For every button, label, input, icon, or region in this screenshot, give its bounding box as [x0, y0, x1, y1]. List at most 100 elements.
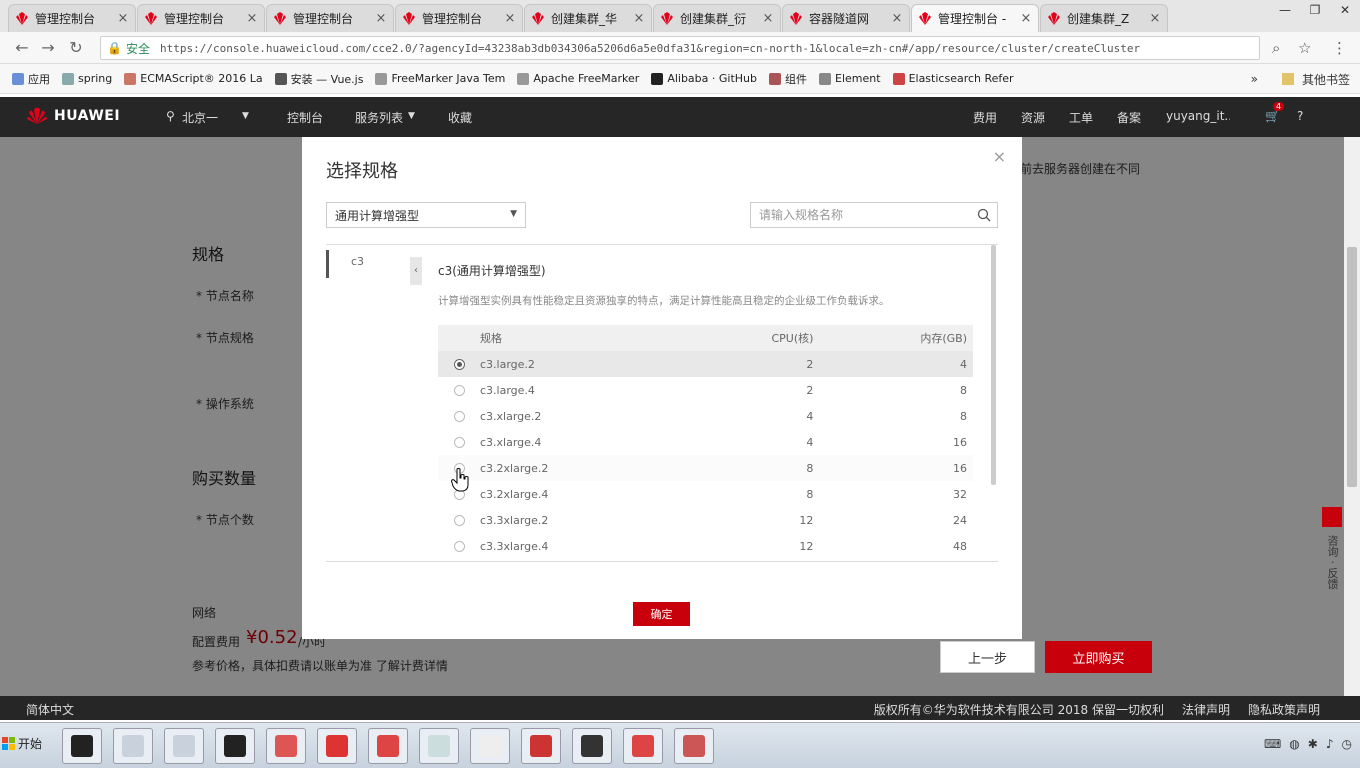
- spec-radio[interactable]: [453, 385, 465, 396]
- bookmark-item[interactable]: ECMAScript® 2016 La: [124, 72, 263, 85]
- row-radio-cell[interactable]: [438, 377, 480, 403]
- browser-tab[interactable]: 管理控制台 - ×: [911, 4, 1039, 32]
- row-radio-cell[interactable]: [438, 507, 480, 533]
- tab-close-icon[interactable]: ×: [504, 11, 516, 26]
- table-row[interactable]: c3.3xlarge.4 12 48: [438, 533, 973, 559]
- typora-app-icon[interactable]: [470, 728, 510, 764]
- browser-tab[interactable]: 管理控制台 ×: [395, 4, 523, 32]
- tab-close-icon[interactable]: ×: [633, 11, 645, 26]
- user-menu[interactable]: yuyang_it...: [1166, 109, 1230, 123]
- nav-favorites[interactable]: 收藏: [448, 109, 472, 126]
- tab-close-icon[interactable]: ×: [246, 11, 258, 26]
- dialog-close-icon[interactable]: ×: [993, 147, 1006, 166]
- bookmark-item[interactable]: FreeMarker Java Tem: [375, 72, 505, 85]
- app-icon[interactable]: [317, 728, 357, 764]
- reload-icon[interactable]: ↻: [66, 38, 86, 57]
- bookmark-item[interactable]: 组件: [769, 71, 807, 87]
- table-row[interactable]: c3.xlarge.4 4 16: [438, 429, 973, 455]
- nav-filing[interactable]: 备案: [1117, 109, 1141, 126]
- back-icon[interactable]: ←: [12, 38, 32, 57]
- nav-billing[interactable]: 费用: [973, 109, 997, 126]
- buy-now-button[interactable]: 立即购买: [1045, 641, 1152, 673]
- region-selector[interactable]: 北京一: [182, 109, 218, 126]
- app-icon[interactable]: [674, 728, 714, 764]
- tray-clock-icon[interactable]: ◷: [1342, 737, 1352, 751]
- feedback-side-tab[interactable]: 咨询 · 反馈: [1320, 507, 1344, 597]
- table-row[interactable]: c3.2xlarge.4 8 32: [438, 481, 973, 507]
- app-icon[interactable]: [266, 728, 306, 764]
- table-row[interactable]: c3.2xlarge.2 8 16: [438, 455, 973, 481]
- spec-search-box[interactable]: [750, 202, 998, 228]
- minimize-icon[interactable]: —: [1274, 3, 1296, 17]
- network-app-icon[interactable]: [164, 728, 204, 764]
- webstorm-app-icon[interactable]: [62, 728, 102, 764]
- legal-link[interactable]: 法律声明: [1182, 701, 1230, 718]
- help-icon[interactable]: ?: [1297, 109, 1303, 123]
- table-row[interactable]: c3.large.4 2 8: [438, 377, 973, 403]
- bookmark-item[interactable]: Elasticsearch Refer: [892, 72, 1014, 85]
- spec-radio[interactable]: [453, 437, 465, 448]
- explorer-app-icon[interactable]: [419, 728, 459, 764]
- forward-icon[interactable]: →: [38, 38, 58, 57]
- tab-close-icon[interactable]: ×: [1020, 11, 1032, 26]
- nav-service-list[interactable]: 服务列表: [355, 109, 403, 126]
- spec-search-input[interactable]: [759, 208, 959, 222]
- sublime-app-icon[interactable]: [113, 728, 153, 764]
- bookmark-item[interactable]: 应用: [12, 71, 50, 87]
- tab-close-icon[interactable]: ×: [117, 11, 129, 26]
- page-scroll-thumb[interactable]: [1347, 247, 1357, 487]
- tray-network-icon[interactable]: ◍: [1289, 737, 1299, 751]
- previous-step-button[interactable]: 上一步: [940, 641, 1035, 673]
- row-radio-cell[interactable]: [438, 351, 480, 377]
- table-row[interactable]: c3.3xlarge.2 12 24: [438, 507, 973, 533]
- editor-app-icon[interactable]: [572, 728, 612, 764]
- browser-tab[interactable]: 管理控制台 ×: [137, 4, 265, 32]
- zoom-icon[interactable]: ⌕: [1272, 39, 1280, 57]
- terminal-app-icon[interactable]: [215, 728, 255, 764]
- bookmark-star-icon[interactable]: ☆: [1298, 39, 1311, 57]
- app-icon[interactable]: [623, 728, 663, 764]
- tray-ime-icon[interactable]: ⌨: [1264, 737, 1281, 751]
- tray-bluetooth-icon[interactable]: ✱: [1308, 737, 1318, 751]
- tab-close-icon[interactable]: ×: [375, 11, 387, 26]
- spec-radio[interactable]: [453, 359, 465, 370]
- address-bar[interactable]: 🔒 安全 https://console.huaweicloud.com/cce…: [100, 36, 1260, 60]
- language-switcher[interactable]: 简体中文: [26, 701, 74, 718]
- bookmark-item[interactable]: spring: [62, 72, 112, 85]
- tab-close-icon[interactable]: ×: [891, 11, 903, 26]
- bookmark-item[interactable]: Element: [819, 72, 881, 85]
- cart-icon[interactable]: 🛒: [1265, 109, 1280, 123]
- bookmark-item[interactable]: 安装 — Vue.js: [274, 71, 363, 87]
- panel-scrollbar[interactable]: [991, 245, 996, 485]
- tray-volume-icon[interactable]: ♪: [1326, 737, 1334, 751]
- family-item-c3[interactable]: c3: [326, 250, 406, 278]
- collapse-arrow-icon[interactable]: ‹: [410, 257, 422, 285]
- table-row[interactable]: c3.xlarge.2 4 8: [438, 403, 973, 429]
- browser-tab[interactable]: 管理控制台 ×: [8, 4, 136, 32]
- start-button[interactable]: 开始: [2, 735, 42, 752]
- bookmarks-overflow[interactable]: »: [1251, 72, 1258, 86]
- search-icon[interactable]: [977, 208, 991, 222]
- page-scrollbar[interactable]: [1344, 137, 1360, 696]
- spec-radio[interactable]: [453, 515, 465, 526]
- restore-icon[interactable]: ❐: [1304, 3, 1326, 17]
- nav-resources[interactable]: 资源: [1021, 109, 1045, 126]
- chrome-app-icon[interactable]: [521, 728, 561, 764]
- browser-tab[interactable]: 管理控制台 ×: [266, 4, 394, 32]
- category-select[interactable]: 通用计算增强型 ▼: [326, 202, 526, 228]
- tab-close-icon[interactable]: ×: [762, 11, 774, 26]
- menu-icon[interactable]: ⋮: [1332, 39, 1347, 57]
- row-radio-cell[interactable]: [438, 533, 480, 559]
- spec-radio[interactable]: [453, 541, 465, 552]
- browser-tab[interactable]: 创建集群_华 ×: [524, 4, 652, 32]
- bookmark-item[interactable]: Alibaba · GitHub: [651, 72, 757, 85]
- tab-close-icon[interactable]: ×: [1149, 11, 1161, 26]
- row-radio-cell[interactable]: [438, 403, 480, 429]
- nav-tickets[interactable]: 工单: [1069, 109, 1093, 126]
- nav-console[interactable]: 控制台: [287, 109, 323, 126]
- confirm-button[interactable]: 确定: [633, 602, 690, 626]
- privacy-link[interactable]: 隐私政策声明: [1248, 701, 1320, 718]
- close-window-icon[interactable]: ✕: [1334, 3, 1356, 17]
- huawei-logo[interactable]: HUAWEI: [26, 107, 120, 125]
- other-bookmarks[interactable]: 其他书签: [1302, 71, 1350, 88]
